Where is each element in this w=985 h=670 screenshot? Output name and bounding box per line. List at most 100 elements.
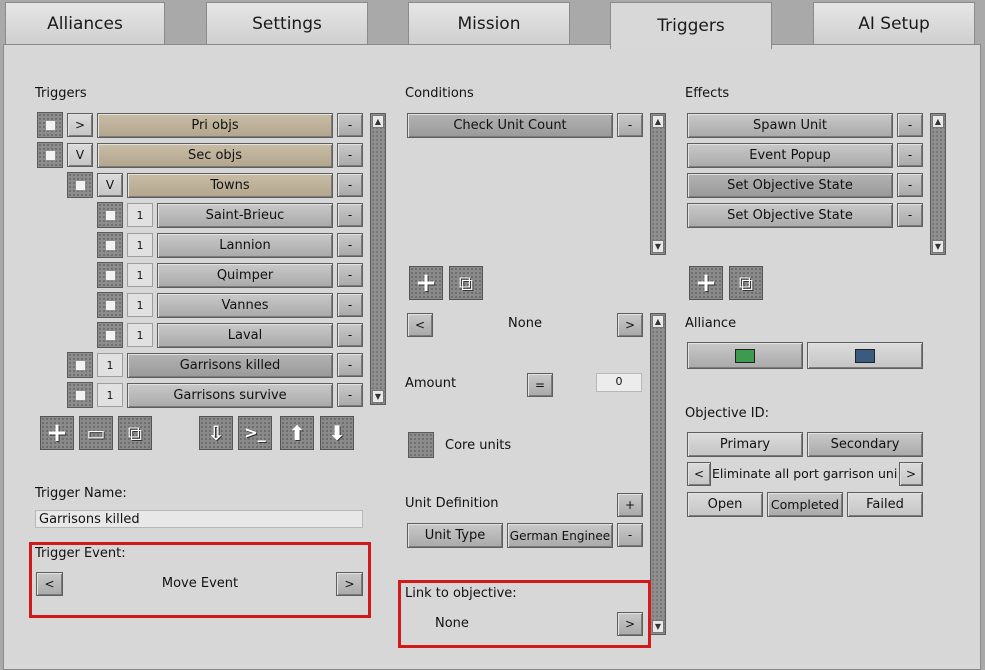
trigger-item-quimper[interactable]: Quimper bbox=[157, 263, 333, 288]
remove-button[interactable]: - bbox=[337, 113, 363, 137]
move-down-button[interactable]: ⬇ bbox=[320, 416, 354, 450]
add-effect-button[interactable]: + bbox=[689, 266, 723, 300]
objective-value: Eliminate all port garrison units bbox=[712, 466, 897, 481]
trigger-checkbox[interactable] bbox=[97, 232, 123, 258]
alliance-label: Alliance bbox=[685, 316, 737, 331]
primary-button[interactable]: Primary bbox=[687, 432, 803, 457]
effect-item-spawn-unit[interactable]: Spawn Unit bbox=[687, 113, 893, 138]
event-next-button[interactable]: > bbox=[336, 572, 363, 596]
trigger-item-saint-brieuc[interactable]: Saint-Brieuc bbox=[157, 203, 333, 228]
collapse-button[interactable]: V bbox=[67, 143, 93, 167]
remove-button[interactable]: - bbox=[337, 323, 363, 347]
trigger-item-garrisons-survive[interactable]: Garrisons survive bbox=[127, 383, 333, 408]
objective-next-button[interactable]: > bbox=[899, 462, 923, 486]
remove-button[interactable]: - bbox=[617, 523, 643, 547]
trigger-item-laval[interactable]: Laval bbox=[157, 323, 333, 348]
remove-button[interactable]: - bbox=[897, 203, 923, 227]
add-unit-definition-button[interactable]: + bbox=[617, 493, 643, 517]
secondary-button[interactable]: Secondary bbox=[807, 432, 923, 457]
core-units-checkbox[interactable] bbox=[408, 432, 434, 458]
trigger-name-label: Trigger Name: bbox=[35, 486, 127, 501]
state-failed-button[interactable]: Failed bbox=[847, 492, 923, 517]
condition-item-check-unit-count[interactable]: Check Unit Count bbox=[407, 113, 613, 138]
trigger-checkbox[interactable] bbox=[97, 292, 123, 318]
trigger-item-sec-objs[interactable]: Sec objs bbox=[97, 143, 333, 168]
trigger-checkbox[interactable] bbox=[67, 172, 93, 198]
remove-button[interactable]: - bbox=[337, 173, 363, 197]
remove-button[interactable]: - bbox=[337, 233, 363, 257]
remove-button[interactable]: - bbox=[337, 263, 363, 287]
unit-type-button[interactable]: Unit Type bbox=[407, 523, 503, 548]
amount-input[interactable]: 0 bbox=[596, 373, 642, 392]
trigger-checkbox[interactable] bbox=[97, 262, 123, 288]
effect-item-set-objective-state[interactable]: Set Objective State bbox=[687, 203, 893, 228]
remove-button[interactable]: - bbox=[897, 113, 923, 137]
amount-operator-button[interactable]: = bbox=[527, 373, 553, 397]
alliance-green-button[interactable] bbox=[687, 342, 803, 369]
scroll-down-icon[interactable]: ▼ bbox=[372, 390, 384, 403]
trigger-item-lannion[interactable]: Lannion bbox=[157, 233, 333, 258]
trigger-checkbox[interactable] bbox=[37, 142, 63, 168]
state-open-button[interactable]: Open bbox=[687, 492, 763, 517]
console-button[interactable]: >_ bbox=[238, 416, 272, 450]
selector-next-button[interactable]: > bbox=[617, 313, 643, 337]
trigger-checkbox[interactable] bbox=[67, 382, 93, 408]
effects-scrollbar[interactable]: ▲ ▼ bbox=[930, 113, 946, 255]
trigger-item-towns[interactable]: Towns bbox=[127, 173, 333, 198]
import-button[interactable]: ⇩ bbox=[199, 416, 233, 450]
unit-value-button[interactable]: German Enginee bbox=[507, 523, 613, 548]
scroll-up-icon[interactable]: ▲ bbox=[932, 115, 944, 128]
remove-button[interactable]: - bbox=[897, 143, 923, 167]
trigger-checkbox[interactable] bbox=[37, 112, 63, 138]
trigger-checkbox[interactable] bbox=[97, 202, 123, 228]
trigger-checkbox[interactable] bbox=[67, 352, 93, 378]
state-completed-button[interactable]: Completed bbox=[767, 492, 843, 517]
remove-button[interactable]: - bbox=[337, 383, 363, 407]
event-prev-button[interactable]: < bbox=[36, 572, 63, 596]
scroll-up-icon[interactable]: ▲ bbox=[372, 115, 384, 128]
amount-label: Amount bbox=[405, 376, 457, 391]
triggers-scrollbar[interactable]: ▲ ▼ bbox=[370, 113, 386, 405]
tab-alliances[interactable]: Alliances bbox=[5, 2, 165, 44]
tab-ai-setup[interactable]: AI Setup bbox=[813, 2, 975, 44]
expand-button[interactable]: > bbox=[67, 113, 93, 137]
objective-prev-button[interactable]: < bbox=[687, 462, 711, 486]
alliance-blue-button[interactable] bbox=[807, 342, 923, 369]
move-up-button[interactable]: ⬆ bbox=[280, 416, 314, 450]
add-folder-button[interactable]: ▭ bbox=[79, 416, 113, 450]
copy-effect-button[interactable]: ⧉ bbox=[729, 266, 763, 300]
copy-condition-button[interactable]: ⧉ bbox=[449, 266, 483, 300]
copy-icon: ⧉ bbox=[127, 421, 143, 445]
tab-triggers[interactable]: Triggers bbox=[610, 2, 772, 49]
tab-settings[interactable]: Settings bbox=[206, 2, 368, 44]
remove-button[interactable]: - bbox=[337, 143, 363, 167]
trigger-item-pri-objs[interactable]: Pri objs bbox=[97, 113, 333, 138]
remove-button[interactable]: - bbox=[897, 173, 923, 197]
scroll-down-icon[interactable]: ▼ bbox=[652, 240, 664, 253]
collapse-button[interactable]: V bbox=[97, 173, 123, 197]
effect-item-event-popup[interactable]: Event Popup bbox=[687, 143, 893, 168]
remove-button[interactable]: - bbox=[617, 113, 643, 137]
scroll-up-icon[interactable]: ▲ bbox=[652, 115, 664, 128]
trigger-item-vannes[interactable]: Vannes bbox=[157, 293, 333, 318]
link-objective-value: None bbox=[435, 616, 469, 631]
tab-mission[interactable]: Mission bbox=[408, 2, 570, 44]
copy-trigger-button[interactable]: ⧉ bbox=[118, 416, 152, 450]
trigger-item-garrisons-killed[interactable]: Garrisons killed bbox=[127, 353, 333, 378]
console-icon: >_ bbox=[244, 423, 266, 442]
selector-prev-button[interactable]: < bbox=[407, 313, 433, 337]
effect-item-set-objective-state[interactable]: Set Objective State bbox=[687, 173, 893, 198]
condition-details-scrollbar[interactable]: ▲ ▼ bbox=[650, 313, 666, 635]
remove-button[interactable]: - bbox=[337, 203, 363, 227]
conditions-scrollbar[interactable]: ▲ ▼ bbox=[650, 113, 666, 255]
remove-button[interactable]: - bbox=[337, 293, 363, 317]
trigger-checkbox[interactable] bbox=[97, 322, 123, 348]
add-condition-button[interactable]: + bbox=[409, 266, 443, 300]
trigger-name-input[interactable]: Garrisons killed bbox=[35, 510, 363, 528]
remove-button[interactable]: - bbox=[337, 353, 363, 377]
scroll-down-icon[interactable]: ▼ bbox=[932, 240, 944, 253]
scroll-down-icon[interactable]: ▼ bbox=[652, 620, 664, 633]
add-trigger-button[interactable]: + bbox=[40, 416, 74, 450]
link-objective-next-button[interactable]: > bbox=[617, 612, 643, 636]
scroll-up-icon[interactable]: ▲ bbox=[652, 315, 664, 328]
